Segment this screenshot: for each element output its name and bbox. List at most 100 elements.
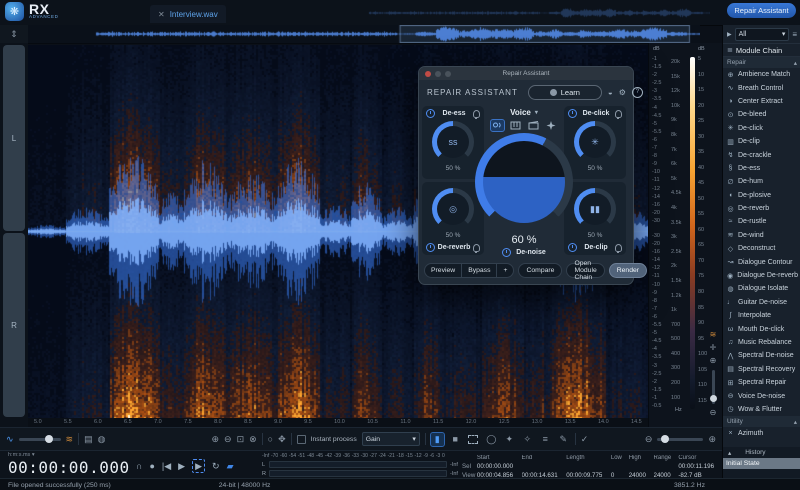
module-list-item[interactable]: ◍ Dialogue Isolate [723,282,800,295]
module-list-item[interactable]: ≋ De-wind [723,229,800,242]
zoom-in-overview-icon[interactable]: ⊕ [708,434,716,444]
module-list-item[interactable]: ∅ De-hum [723,175,800,188]
render-button[interactable]: Render [608,262,648,278]
move-icon[interactable]: ✛ [710,344,717,352]
de-ess-knob[interactable]: ss [432,121,474,163]
lightbulb-icon[interactable] [615,243,622,253]
module-list-item[interactable]: ◖ De-plosive [723,189,800,202]
play-button[interactable]: ▶ [178,460,185,472]
record-button[interactable]: ● [149,460,154,472]
module-list-item[interactable]: ▥ De-clip [723,135,800,148]
zoom-out-time-icon[interactable]: ⊖ [224,434,232,444]
module-list-item[interactable]: ⊕ Ambience Match [723,68,800,81]
waveform-display-icon[interactable]: ∿ [6,434,14,444]
time-frequency-selection-tool[interactable]: ■ [449,433,462,446]
module-list-item[interactable]: ▤ Spectral Recovery [723,363,800,376]
lightbulb-icon[interactable] [614,109,622,119]
de-noise-knob[interactable] [475,133,573,231]
sidebar-item-module-chain[interactable]: ≣ Module Chain [723,43,800,57]
spectrogram-display-icon[interactable]: ≋ [66,434,74,444]
tab-close-icon[interactable]: ✕ [158,10,165,19]
repair-assistant-button[interactable]: Repair Assistant [727,3,796,18]
play-icon[interactable]: ▶ [727,31,732,38]
time-selection-tool[interactable]: ▮ [429,431,445,447]
bypass-button[interactable]: Bypass [462,263,498,277]
wave-spectro-blend-slider[interactable] [18,434,61,443]
zoom-out-overview-icon[interactable]: ⊖ [645,434,653,444]
brush-tool[interactable]: ✎ [557,433,570,446]
hand-tool-icon[interactable]: ✥ [278,434,286,444]
channel-strip-right[interactable]: R [3,233,25,417]
overview-waveform[interactable] [28,25,700,44]
process-dropdown[interactable]: Gain ▾ [361,432,420,446]
module-list-item[interactable]: ◑ Center Extract [723,95,800,108]
de-reverb-power-toggle[interactable] [426,243,435,252]
overview-zoom-slider[interactable] [657,434,704,443]
overview-zoom-handle[interactable] [661,434,670,443]
zoom-reset-icon[interactable]: ⊗ [249,434,257,444]
preview-button[interactable]: Preview [425,263,463,277]
compare-button[interactable]: Compare [518,262,563,278]
monitor-icon[interactable]: ∩ [136,460,142,472]
de-reverb-knob[interactable]: ◎ [432,188,474,230]
channel-strip-left[interactable]: L [3,45,25,231]
other-mode-icon[interactable] [545,120,558,131]
blend-slider-handle[interactable] [44,434,53,443]
module-list-item[interactable]: ◷ Wow & Flutter [723,403,800,416]
open-module-chain-button[interactable]: Open Module Chain [566,260,605,281]
gear-icon[interactable]: ⚙ [619,88,626,97]
output-panel-icon[interactable]: ▰ [227,460,234,472]
module-list-item[interactable]: ⊞ Spectral Repair [723,376,800,389]
loop-button[interactable]: ↻ [212,460,220,472]
harmonic-selection-tool[interactable]: ≡ [539,433,552,446]
overview-expand-icon[interactable]: ⇕ [0,25,29,43]
module-list-item[interactable]: ◇ Deconstruct [723,242,800,255]
feedback-icon[interactable]: ◒ [608,88,613,97]
menu-icon[interactable]: ≡ [792,30,797,39]
zoom-out-vertical-icon[interactable]: ⊖ [710,409,717,417]
magnifier-tool-icon[interactable]: ○ [268,434,273,444]
wand-tool[interactable]: ✦ [503,433,516,446]
module-list-item[interactable]: ∫ Interpolate [723,309,800,322]
de-clip-power-toggle[interactable] [568,243,577,252]
zoom-in-vertical-icon[interactable]: ⊕ [710,357,717,365]
zoom-selection-icon[interactable]: ⊡ [237,434,245,444]
de-ess-power-toggle[interactable] [426,109,435,118]
spectrogram-settings-icon[interactable]: ≋ [710,331,717,339]
module-list-item[interactable]: § De-ess [723,162,800,175]
module-list-item[interactable]: ◎ De-reverb [723,202,800,215]
instant-process-checkbox[interactable] [296,434,306,444]
module-list-item[interactable]: ω Mouth De-click [723,322,800,335]
dialog-titlebar[interactable]: Repair Assistant [419,67,633,80]
module-list-item[interactable]: ♩ Guitar De-noise [723,296,800,309]
section-header-repair[interactable]: Repair ▴ [723,57,800,68]
play-selection-button[interactable]: ▶ [192,459,206,473]
de-noise-power-toggle[interactable] [502,248,512,257]
confirm-selection-icon[interactable]: ✓ [581,434,589,444]
module-list-item[interactable]: ⋀ Spectral De-noise [723,349,800,362]
learn-button[interactable]: Learn [527,84,602,100]
grid-settings-icon[interactable]: ▤ [84,434,93,444]
time-ruler[interactable]: 5.0 5.5 6.0 6.5 7.0 7.5 8.0 8.5 9.0 9.5 10.0 10.5 11… [28,418,648,427]
module-list-item[interactable]: ✳ De-click [723,122,800,135]
history-row[interactable]: Initial State [723,458,800,469]
de-clip-knob[interactable]: ▮▮ [574,188,616,230]
module-list-item[interactable]: × Azimuth [723,427,800,440]
module-list-item[interactable]: ∿ Breath Control [723,81,800,94]
module-list-item[interactable]: ↝ Dialogue Contour [723,255,800,268]
module-list-item[interactable]: ♫ Music Rebalance [723,336,800,349]
vertical-zoom-handle[interactable] [709,395,717,402]
section-header-utility[interactable]: Utility ▴ [723,416,800,428]
voice-mode-icon[interactable] [489,118,505,132]
music-mode-icon[interactable] [509,120,522,131]
module-list-item[interactable]: ↯ De-crackle [723,148,800,161]
add-button[interactable]: + [497,264,513,277]
film-mode-icon[interactable] [527,120,540,131]
module-filter-dropdown[interactable]: All ▾ [734,27,790,41]
history-header[interactable]: ▴ History [723,447,800,458]
lasso-tool[interactable]: ◯ [485,433,498,446]
mode-selector[interactable]: Voice ▾ [510,106,538,118]
lightbulb-icon[interactable] [473,243,480,253]
de-click-power-toggle[interactable] [568,109,577,118]
module-list-item[interactable]: ≈ De-rustle [723,215,800,228]
